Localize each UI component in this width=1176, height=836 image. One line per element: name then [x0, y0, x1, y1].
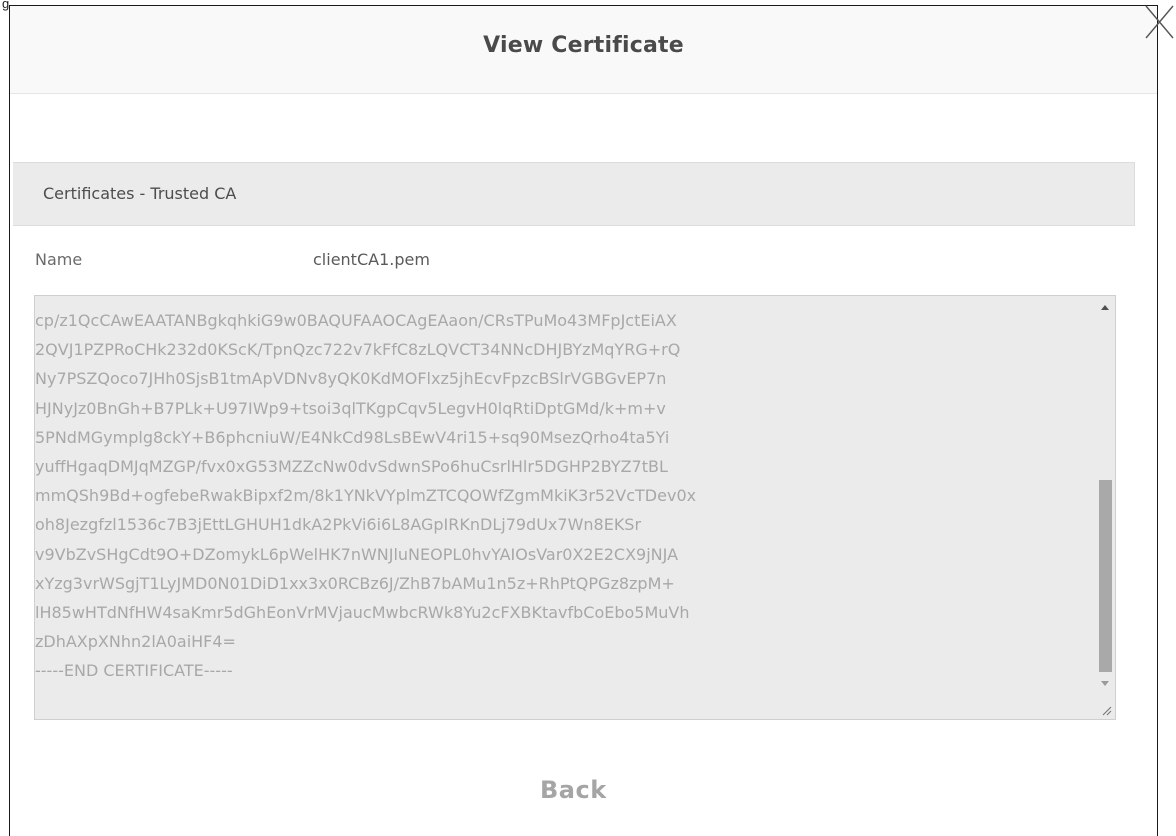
scroll-down-arrow-icon[interactable]	[1101, 681, 1109, 686]
close-icon[interactable]	[1143, 2, 1175, 46]
view-certificate-dialog: View Certificate Certificates - Trusted …	[9, 5, 1158, 836]
back-button[interactable]: Back	[540, 776, 607, 804]
dialog-header: View Certificate	[10, 6, 1157, 94]
section-header: Certificates - Trusted CA	[13, 162, 1135, 226]
certificate-text: cp/z1QcCAwEAATANBgkqhkiG9w0BAQUFAAOCAgEA…	[35, 306, 1085, 716]
dialog-title: View Certificate	[483, 33, 684, 58]
name-label: Name	[35, 250, 83, 269]
certificate-line: HJNyJz0BnGh+B7PLk+U97IWp9+tsoi3qlTKgpCqv…	[35, 398, 666, 418]
scroll-thumb[interactable]	[1099, 480, 1112, 672]
certificate-line: cp/z1QcCAwEAATANBgkqhkiG9w0BAQUFAAOCAgEA…	[35, 311, 677, 330]
certificate-line: 2QVJ1PZPRoCHk232d0KScK/TpnQzc722v7kFfC8z…	[35, 340, 681, 360]
certificate-line: oh8Jezgfzl1536c7B3jEttLGHUH1dkA2PkVi6i6L…	[35, 515, 642, 535]
name-value: clientCA1.pem	[313, 250, 430, 269]
certificate-line: -----END CERTIFICATE-----	[35, 661, 233, 681]
scroll-up-arrow-icon[interactable]	[1101, 305, 1109, 310]
certificate-line: Ny7PSZQoco7JHh0SjsB1tmApVDNv8yQK0KdMOFlx…	[35, 369, 667, 389]
certificate-line: 5PNdMGymplg8ckY+B6phcniuW/E4NkCd98LsBEwV…	[35, 427, 670, 447]
certificate-line: v9VbZvSHgCdt9O+DZomykL6pWelHK7nWNJluNEOP…	[35, 544, 679, 564]
screenshot-frame: g View Certificate Certificates - Truste…	[0, 0, 1176, 836]
certificate-textarea[interactable]: cp/z1QcCAwEAATANBgkqhkiG9w0BAQUFAAOCAgEA…	[34, 295, 1116, 720]
resize-grip-icon[interactable]	[1100, 704, 1112, 716]
certificate-line: zDhAXpXNhn2lA0aiHF4=	[35, 632, 236, 652]
certificate-line: lH85wHTdNfHW4saKmr5dGhEonVrMVjaucMwbcRWk…	[35, 602, 690, 622]
scrollbar[interactable]	[1096, 297, 1114, 699]
section-title: Certificates - Trusted CA	[43, 184, 237, 203]
certificate-line: xYzg3vrWSgjT1LyJMD0N01DiD1xx3x0RCBz6J/Zh…	[35, 573, 675, 593]
certificate-line: yuffHgaqDMJqMZGP/fvx0xG53MZZcNw0dvSdwnSP…	[35, 456, 668, 476]
certificate-line: mmQSh9Bd+ogfebeRwakBipxf2m/8k1YNkVYplmZT…	[35, 486, 697, 506]
